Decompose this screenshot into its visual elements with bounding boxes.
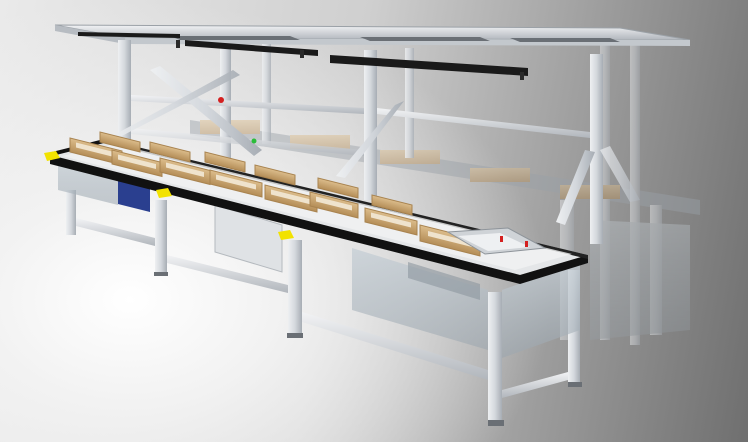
post-mid-2 [364,50,377,200]
post-front-right [590,54,603,244]
lamp-3 [330,55,528,76]
workbench-illustration [44,24,700,426]
green-indicator-light [251,138,257,144]
workbench-render [0,0,748,442]
red-indicator-light [218,97,224,103]
